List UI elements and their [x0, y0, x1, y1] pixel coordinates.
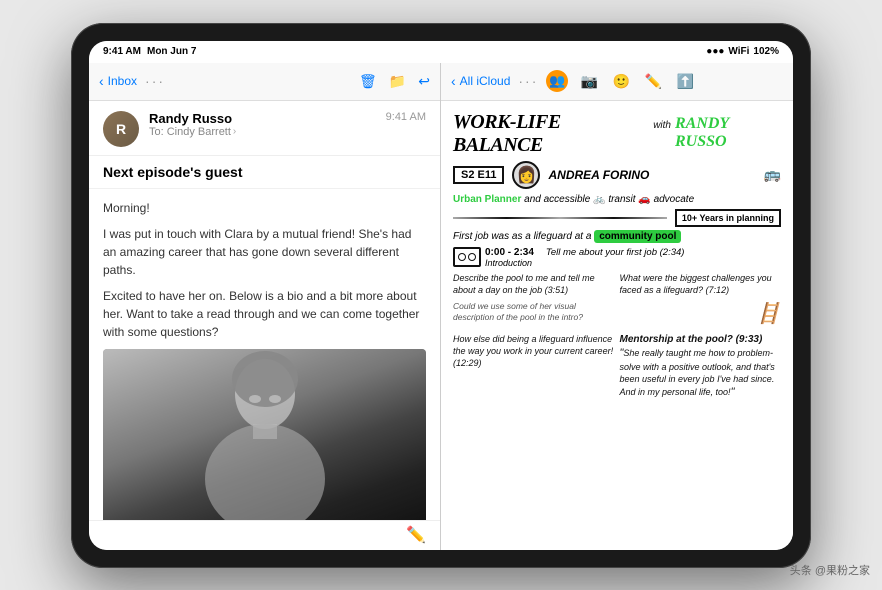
notes-nav-bar: ‹ All iCloud ··· 👥 📷 🙂 ✏️ ⬆️ [441, 63, 793, 101]
trash-icon[interactable]: 🗑 [359, 73, 377, 90]
quote-text: She really taught me how to problem-solv… [620, 346, 782, 400]
sketch-main-title: WORK-LIFE BALANCE [453, 111, 649, 157]
note1-text: Could we use some of her visual descript… [453, 301, 615, 324]
status-time: 9:41 AM [103, 46, 141, 57]
intro-time: 0:00 - 2:34 [485, 247, 534, 258]
battery-icon: 102% [753, 46, 779, 57]
person-group-icon[interactable]: 👥 [546, 70, 568, 92]
ladder-icon: 🪜 [620, 301, 782, 328]
smiley-icon[interactable]: 🙂 [610, 70, 632, 92]
mail-to: To: Cindy Barrett › [149, 126, 376, 138]
bottom-grid: Describe the pool to me and tell me abou… [453, 272, 781, 401]
person-silhouette [165, 349, 365, 520]
status-right: ●●● WiFi 102% [706, 46, 779, 57]
cassette-reel-right [468, 253, 476, 261]
sketch-title-row: WORK-LIFE BALANCE with RANDY RUSSO [453, 111, 781, 157]
camera-icon[interactable]: 📷 [578, 70, 600, 92]
desc-text: and accessible [524, 194, 593, 205]
mail-body: Morning! I was put in touch with Clara b… [89, 189, 440, 520]
status-bar: 9:41 AM Mon Jun 7 ●●● WiFi 102% [89, 41, 793, 63]
host-name: ANDREA FORINO [548, 168, 649, 182]
planning-row: 10+ Years in planning [453, 209, 781, 227]
mail-more-button[interactable]: ··· [145, 73, 165, 89]
watermark: 头条 @果粉之家 [790, 562, 870, 578]
folder-icon[interactable]: 📁 [389, 73, 406, 90]
desc-green-word: Urban Planner [453, 194, 521, 205]
q4-item: How else did being a lifeguard influence… [453, 333, 615, 400]
notes-back-nav[interactable]: ‹ All iCloud [451, 73, 510, 89]
host-block: ANDREA FORINO [548, 168, 649, 182]
status-left: 9:41 AM Mon Jun 7 [103, 46, 196, 57]
mail-subject: Next episode's guest [89, 156, 440, 189]
icloud-back-label[interactable]: All iCloud [460, 74, 511, 88]
episode-row: S2 E11 👩 ANDREA FORINO 🚌 [453, 161, 781, 189]
mail-body-paragraph-2: Excited to have her on. Below is a bio a… [103, 287, 426, 341]
sketch-with-text: with [653, 120, 671, 131]
first-job-text: First job was as a lifeguard at a [453, 231, 594, 242]
status-day: Mon Jun 7 [147, 46, 196, 57]
first-job-line: First job was as a lifeguard at a commun… [453, 230, 781, 243]
signal-icon: ●●● [706, 46, 724, 57]
mail-footer: ✏️ [89, 520, 440, 550]
desc-bike-icon: 🚲 [593, 194, 605, 205]
mail-body-paragraph-1: I was put in touch with Clara by a mutua… [103, 225, 426, 279]
chevron-left-icon: ‹ [451, 73, 456, 89]
chevron-right-icon: › [233, 126, 236, 137]
mail-time: 9:41 AM [386, 111, 426, 123]
q1-text: Tell me about your first job (2:34) [546, 247, 781, 258]
mail-panel: ‹ Inbox ··· 🗑 📁 ↩ R Randy Russo [89, 63, 441, 550]
note1-item: Could we use some of her visual descript… [453, 301, 615, 328]
pencil-icon[interactable]: ✏️ [642, 70, 664, 92]
notes-panel: ‹ All iCloud ··· 👥 📷 🙂 ✏️ ⬆️ [441, 63, 793, 550]
notes-sketch-content: WORK-LIFE BALANCE with RANDY RUSSO S2 E1… [441, 101, 793, 550]
desc-car-icon: 🚗 [638, 194, 650, 205]
intro-label: Introduction [485, 258, 534, 268]
notes-more-button[interactable]: ··· [518, 73, 538, 89]
share-icon[interactable]: ⬆️ [674, 70, 696, 92]
mail-back-nav[interactable]: ‹ Inbox [99, 73, 137, 89]
guest-photo [103, 349, 426, 520]
mail-from-info: Randy Russo To: Cindy Barrett › [149, 111, 376, 138]
train-icon: 🚌 [764, 166, 781, 182]
mail-sender-header: R Randy Russo To: Cindy Barrett › 9:41 A… [89, 101, 440, 156]
divider-line [453, 217, 667, 219]
sketch-guest-name: RANDY RUSSO [675, 115, 781, 151]
ipad-screen: 9:41 AM Mon Jun 7 ●●● WiFi 102% ‹ Inbox … [89, 41, 793, 550]
q5-text: Mentorship at the pool? (9:33) [620, 333, 782, 347]
markup-icon[interactable]: ✏️ [406, 525, 426, 545]
ipad-device: 9:41 AM Mon Jun 7 ●●● WiFi 102% ‹ Inbox … [71, 23, 811, 568]
ladder-decoration: 🪜 [620, 301, 782, 328]
q2-item: Describe the pool to me and tell me abou… [453, 272, 615, 296]
chevron-left-icon: ‹ [99, 73, 104, 89]
reply-icon[interactable]: ↩ [418, 73, 430, 90]
wifi-icon: WiFi [728, 46, 749, 57]
description-line: Urban Planner and accessible 🚲 transit 🚗… [453, 193, 781, 206]
cassette-reel-left [458, 253, 466, 261]
q3-item: What were the biggest challenges you fac… [620, 272, 782, 296]
intro-time-block: 0:00 - 2:34 Introduction [485, 247, 534, 268]
split-view: ‹ Inbox ··· 🗑 📁 ↩ R Randy Russo [89, 63, 793, 550]
q5-item: Mentorship at the pool? (9:33) She reall… [620, 333, 782, 400]
host-face-icon: 👩 [512, 161, 540, 189]
sender-avatar: R [103, 111, 139, 147]
pool-badge: community pool [594, 230, 681, 243]
desc-transit: transit [608, 194, 638, 205]
years-badge: 10+ Years in planning [675, 209, 781, 227]
sender-name: Randy Russo [149, 111, 376, 126]
cassette-icon [453, 247, 481, 267]
mail-action-buttons: 🗑 📁 ↩ [359, 73, 430, 90]
intro-box: 0:00 - 2:34 Introduction Tell me about y… [453, 247, 781, 268]
train-decoration: 🚌 [764, 166, 781, 184]
desc-advocate: advocate [654, 194, 695, 205]
episode-badge: S2 E11 [453, 166, 504, 184]
mail-nav-bar: ‹ Inbox ··· 🗑 📁 ↩ [89, 63, 440, 101]
notes-toolbar-icons: 👥 📷 🙂 ✏️ ⬆️ [546, 70, 696, 92]
mail-greeting: Morning! [103, 199, 426, 217]
inbox-back-label[interactable]: Inbox [108, 74, 137, 88]
